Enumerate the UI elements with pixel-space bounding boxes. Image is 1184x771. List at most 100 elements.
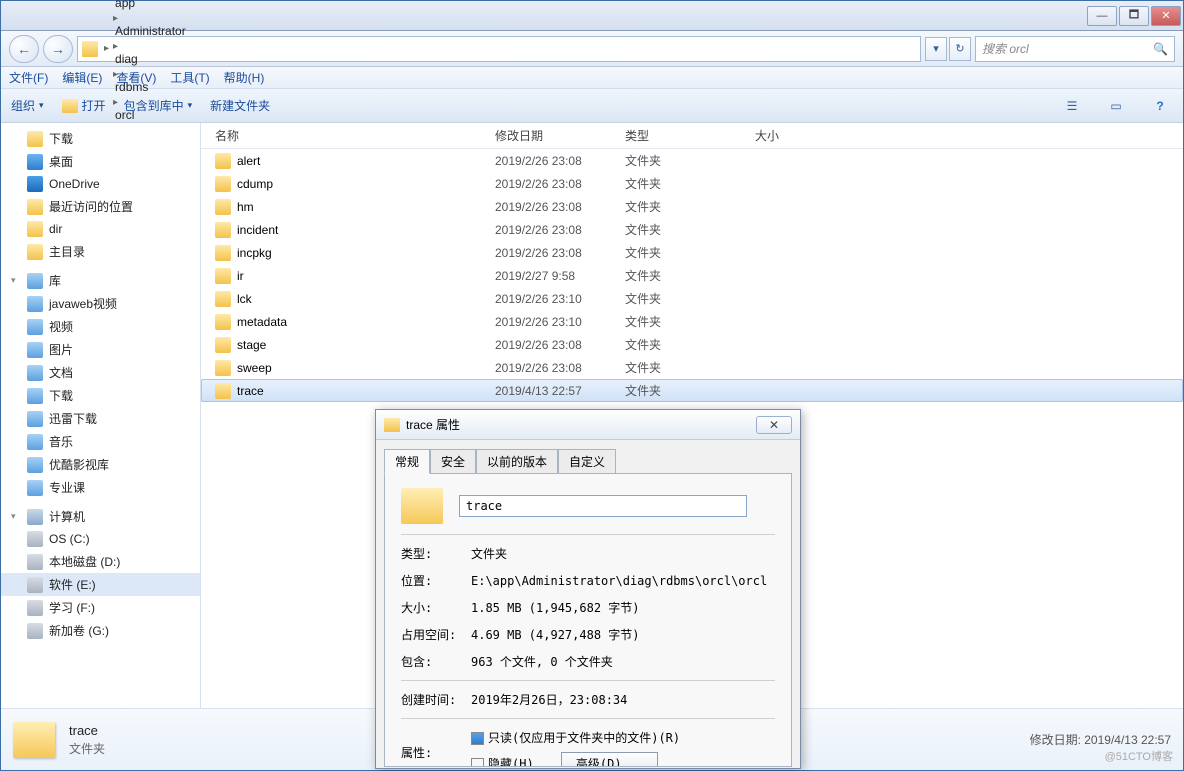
- size-value: 1.85 MB (1,945,682 字节): [471, 599, 775, 616]
- sidebar-item[interactable]: 桌面: [1, 150, 200, 173]
- readonly-checkbox[interactable]: [471, 732, 484, 745]
- file-row[interactable]: ir2019/2/27 9:58文件夹: [201, 264, 1183, 287]
- folder-icon: [62, 99, 78, 113]
- type-value: 文件夹: [471, 545, 775, 562]
- size-label: 大小:: [401, 599, 471, 616]
- file-date: 2019/2/26 23:08: [495, 338, 625, 352]
- sidebar-item[interactable]: 专业课: [1, 476, 200, 499]
- file-row[interactable]: sweep2019/2/26 23:08文件夹: [201, 356, 1183, 379]
- file-name: lck: [237, 292, 252, 306]
- sidebar-item[interactable]: 优酷影视库: [1, 453, 200, 476]
- sidebar-item[interactable]: OneDrive: [1, 173, 200, 195]
- help-button[interactable]: ?: [1147, 95, 1173, 117]
- column-date[interactable]: 修改日期: [495, 127, 625, 144]
- menu-item[interactable]: 文件(F): [9, 69, 48, 86]
- file-row[interactable]: stage2019/2/26 23:08文件夹: [201, 333, 1183, 356]
- sidebar-item[interactable]: 学习 (F:): [1, 596, 200, 619]
- size-on-disk-value: 4.69 MB (4,927,488 字节): [471, 626, 775, 643]
- sidebar-item-icon: [27, 319, 43, 335]
- file-row[interactable]: alert2019/2/26 23:08文件夹: [201, 149, 1183, 172]
- menu-item[interactable]: 工具(T): [170, 69, 209, 86]
- sidebar-item-icon: [27, 434, 43, 450]
- sidebar-item-label: 最近访问的位置: [49, 198, 133, 215]
- close-button[interactable]: ✕: [1151, 6, 1181, 26]
- sidebar-item[interactable]: 迅雷下载: [1, 407, 200, 430]
- chevron-right-icon: ▸: [102, 43, 111, 54]
- sidebar-item[interactable]: 音乐: [1, 430, 200, 453]
- file-row[interactable]: incident2019/2/26 23:08文件夹: [201, 218, 1183, 241]
- folder-icon: [215, 245, 231, 261]
- file-row[interactable]: hm2019/2/26 23:08文件夹: [201, 195, 1183, 218]
- view-mode-button[interactable]: ☰: [1059, 95, 1085, 117]
- hidden-checkbox[interactable]: [471, 758, 484, 767]
- column-type[interactable]: 类型: [625, 127, 755, 144]
- open-button[interactable]: 打开: [62, 97, 106, 114]
- sidebar-item-icon: [27, 342, 43, 358]
- sidebar-item[interactable]: 图片: [1, 338, 200, 361]
- sidebar-item-label: 新加卷 (G:): [49, 622, 109, 639]
- dialog-close-button[interactable]: ✕: [756, 416, 792, 434]
- organize-menu[interactable]: 组织: [11, 97, 44, 114]
- column-size[interactable]: 大小: [755, 127, 835, 144]
- breadcrumb-dropdown-button[interactable]: ▾: [925, 37, 947, 61]
- refresh-button[interactable]: ↻: [949, 37, 971, 61]
- dialog-tab[interactable]: 安全: [430, 449, 476, 474]
- file-name: alert: [237, 154, 260, 168]
- sidebar-group-libraries[interactable]: ▾库: [1, 269, 200, 292]
- sidebar-item[interactable]: 主目录: [1, 240, 200, 263]
- dialog-tab[interactable]: 以前的版本: [476, 449, 558, 474]
- folder-icon: [215, 199, 231, 215]
- breadcrumb-segment[interactable]: Administrator: [111, 24, 190, 38]
- new-folder-button[interactable]: 新建文件夹: [210, 97, 270, 114]
- dialog-tabs: 常规安全以前的版本自定义: [376, 440, 800, 473]
- file-name: incpkg: [237, 246, 272, 260]
- back-button[interactable]: ←: [9, 35, 39, 63]
- preview-pane-button[interactable]: ▭: [1103, 95, 1129, 117]
- sidebar-item[interactable]: javaweb视频: [1, 292, 200, 315]
- include-in-library-menu[interactable]: 包含到库中: [124, 97, 193, 114]
- folder-name-input[interactable]: [459, 495, 747, 517]
- maximize-button[interactable]: 🗖: [1119, 6, 1149, 26]
- readonly-label: 只读(仅应用于文件夹中的文件)(R): [488, 731, 680, 745]
- sidebar-item[interactable]: dir: [1, 218, 200, 240]
- search-input[interactable]: 搜索 orcl 🔍: [975, 36, 1175, 62]
- breadcrumb-segment[interactable]: app: [111, 0, 190, 10]
- menu-item[interactable]: 编辑(E): [62, 69, 102, 86]
- dialog-tab[interactable]: 自定义: [558, 449, 616, 474]
- breadcrumb[interactable]: ▸ 计算机▸软件 (E:)▸app▸Administrator▸diag▸rdb…: [77, 36, 921, 62]
- sidebar-item[interactable]: 下载: [1, 384, 200, 407]
- sidebar-item[interactable]: 文档: [1, 361, 200, 384]
- menu-item[interactable]: 查看(V): [116, 69, 156, 86]
- file-date: 2019/2/26 23:08: [495, 361, 625, 375]
- location-label: 位置:: [401, 572, 471, 589]
- breadcrumb-segment[interactable]: diag: [111, 52, 190, 66]
- sidebar-item-label: 迅雷下载: [49, 410, 97, 427]
- dialog-tab[interactable]: 常规: [384, 449, 430, 474]
- sidebar-item[interactable]: 新加卷 (G:): [1, 619, 200, 642]
- sidebar-item[interactable]: 本地磁盘 (D:): [1, 550, 200, 573]
- sidebar-item[interactable]: 软件 (E:): [1, 573, 200, 596]
- file-row[interactable]: lck2019/2/26 23:10文件夹: [201, 287, 1183, 310]
- dialog-titlebar: trace 属性 ✕: [376, 410, 800, 440]
- sidebar-item[interactable]: 下载: [1, 127, 200, 150]
- minimize-button[interactable]: —: [1087, 6, 1117, 26]
- folder-icon: [215, 153, 231, 169]
- file-row[interactable]: incpkg2019/2/26 23:08文件夹: [201, 241, 1183, 264]
- column-name[interactable]: 名称: [215, 127, 495, 144]
- sidebar-item[interactable]: 最近访问的位置: [1, 195, 200, 218]
- menu-item[interactable]: 帮助(H): [224, 69, 265, 86]
- advanced-button[interactable]: 高级(D)...: [561, 752, 658, 767]
- sidebar-item[interactable]: 视频: [1, 315, 200, 338]
- chevron-down-icon: ▾: [11, 511, 21, 522]
- sidebar-item[interactable]: OS (C:): [1, 528, 200, 550]
- file-date: 2019/4/13 22:57: [495, 384, 625, 398]
- file-row[interactable]: cdump2019/2/26 23:08文件夹: [201, 172, 1183, 195]
- sidebar-item-icon: [27, 388, 43, 404]
- sidebar-item-icon: [27, 296, 43, 312]
- sidebar-item-label: 软件 (E:): [49, 576, 96, 593]
- file-row[interactable]: trace2019/4/13 22:57文件夹: [201, 379, 1183, 402]
- forward-button[interactable]: →: [43, 35, 73, 63]
- sidebar-item-icon: [27, 221, 43, 237]
- file-row[interactable]: metadata2019/2/26 23:10文件夹: [201, 310, 1183, 333]
- sidebar-group-computer[interactable]: ▾计算机: [1, 505, 200, 528]
